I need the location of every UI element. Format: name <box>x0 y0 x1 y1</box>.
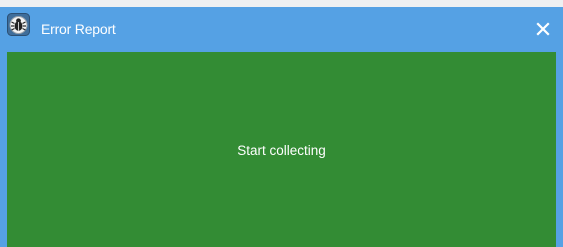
status-panel: Start collecting <box>7 52 556 247</box>
window-top-strip <box>0 0 563 7</box>
close-icon[interactable] <box>535 21 551 37</box>
title-bar[interactable]: Error Report <box>0 7 563 52</box>
window-right-border <box>556 52 563 247</box>
window-left-border <box>0 52 7 247</box>
status-text: Start collecting <box>237 143 326 158</box>
bug-icon <box>7 13 30 36</box>
window-title: Error Report <box>41 21 116 37</box>
error-report-window: Error Report Start collecting <box>0 0 563 247</box>
